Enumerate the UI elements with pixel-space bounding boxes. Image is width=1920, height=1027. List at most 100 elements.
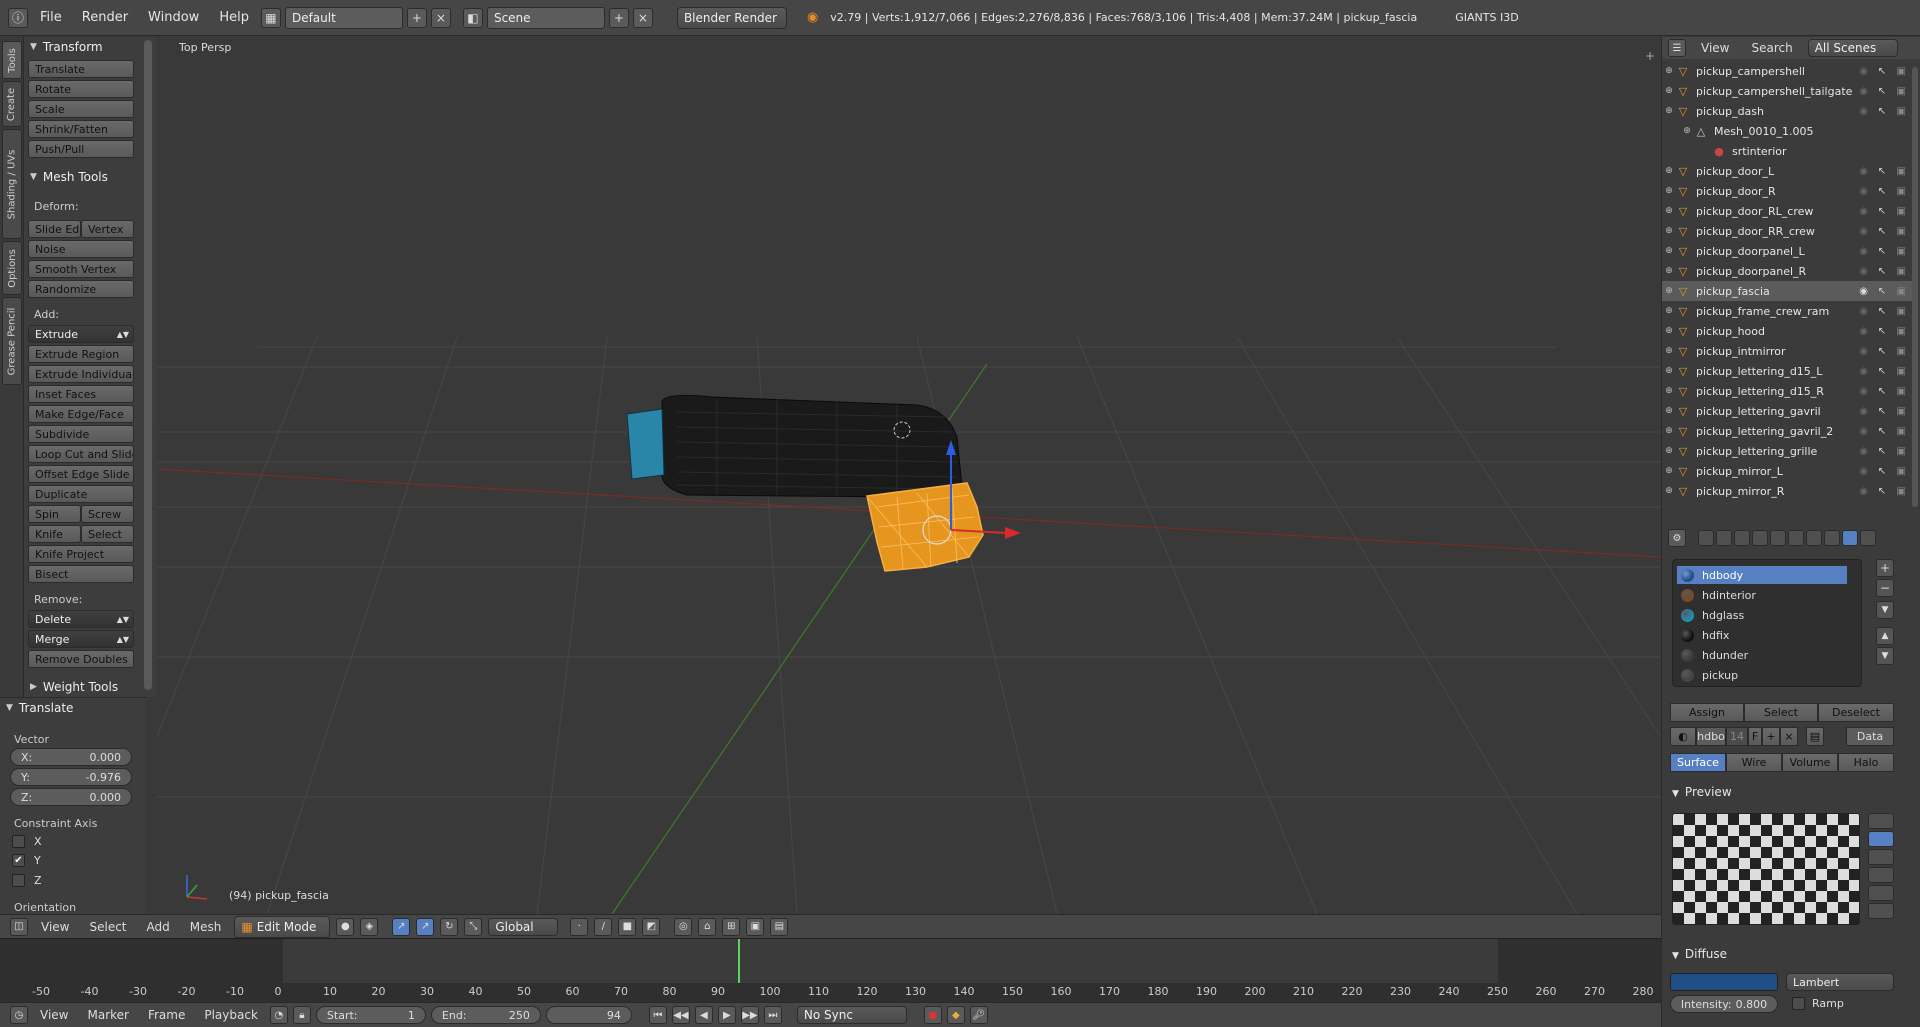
tab-halo[interactable]: Halo (1838, 753, 1894, 772)
manipulator-toggle-icon[interactable]: ↗ (392, 917, 411, 936)
menu-view[interactable]: View (33, 1008, 75, 1022)
menu-add[interactable]: Add (140, 920, 177, 934)
extrude-region-button[interactable]: Extrude Region (28, 345, 134, 363)
occlude-icon[interactable]: ◩ (642, 917, 661, 936)
tab-surface[interactable]: Surface (1670, 753, 1726, 772)
menu-playback[interactable]: Playback (197, 1008, 265, 1022)
render-preview-icon[interactable]: ▣ (746, 917, 765, 936)
subdivide-button[interactable]: Subdivide (28, 425, 134, 443)
smooth-vertex-button[interactable]: Smooth Vertex (28, 260, 134, 278)
visibility-eye-icon[interactable]: ◉ (1859, 166, 1868, 177)
expand-toggle-icon[interactable]: ⊕ (1662, 386, 1676, 396)
outliner-row[interactable]: ● srtinterior (1662, 141, 1912, 161)
outliner-row[interactable]: ⊕ ▽ pickup_fascia ◉ ↖ ▣ (1662, 281, 1912, 301)
preview-monkey-icon[interactable] (1868, 867, 1894, 883)
selectable-cursor-icon[interactable]: ↖ (1878, 106, 1886, 117)
link-data-dropdown[interactable]: Data (1846, 727, 1894, 746)
render-camera-icon[interactable]: ▣ (1897, 326, 1906, 337)
visibility-eye-icon[interactable]: ◉ (1859, 346, 1868, 357)
visibility-eye-icon[interactable]: ◉ (1859, 306, 1868, 317)
visibility-eye-icon[interactable]: ◉ (1859, 246, 1868, 257)
selectable-cursor-icon[interactable]: ↖ (1878, 246, 1886, 257)
visibility-eye-icon[interactable]: ◉ (1859, 206, 1868, 217)
start-frame-field[interactable]: Start: 1 (315, 1006, 426, 1024)
preview-flat-icon[interactable] (1868, 813, 1894, 829)
data-tab-icon[interactable] (1824, 530, 1840, 546)
material-browse-icon[interactable]: ◐ (1670, 727, 1696, 746)
intensity-field[interactable]: Intensity: 0.800 (1670, 995, 1778, 1013)
vertex-select-icon[interactable]: · (570, 917, 589, 936)
preview-panel-header[interactable]: ▼ Preview (1672, 785, 1732, 799)
outliner-row[interactable]: ⊕ ▽ pickup_dash ◉ ↖ ▣ (1662, 101, 1912, 121)
visibility-eye-icon[interactable]: ◉ (1859, 486, 1868, 497)
play-reverse-icon[interactable]: ◀ (694, 1006, 713, 1024)
snap-toggle-icon[interactable]: ⌂ (698, 917, 717, 936)
expand-toggle-icon[interactable]: ⊕ (1662, 166, 1676, 176)
fake-user-button[interactable]: F (1748, 727, 1762, 746)
menu-frame[interactable]: Frame (141, 1008, 192, 1022)
current-frame-field[interactable]: 94 (545, 1006, 632, 1024)
render-engine-dropdown[interactable]: Blender Render (676, 6, 787, 29)
bisect-button[interactable]: Bisect (28, 565, 134, 583)
display-mode-dropdown[interactable]: All Scenes (1807, 39, 1898, 57)
selectable-cursor-icon[interactable]: ↖ (1878, 226, 1886, 237)
tab-tools[interactable]: Tools (2, 41, 22, 79)
make-edge-face-button[interactable]: Make Edge/Face (28, 405, 134, 423)
sync-dropdown[interactable]: No Sync (796, 1006, 907, 1024)
expand-toggle-icon[interactable]: ⊕ (1662, 446, 1676, 456)
expand-toggle-icon[interactable]: ⊕ (1662, 66, 1676, 76)
tab-grease-pencil[interactable]: Grease Pencil (2, 297, 22, 385)
outliner-row[interactable]: ⊕ ▽ pickup_lettering_d15_L ◉ ↖ ▣ (1662, 361, 1912, 381)
preview-hair-icon[interactable] (1868, 885, 1894, 901)
expand-toggle-icon[interactable]: ⊕ (1662, 186, 1676, 196)
diffuse-color-swatch[interactable] (1670, 973, 1778, 991)
tab-wire[interactable]: Wire (1726, 753, 1782, 772)
modifiers-tab-icon[interactable] (1806, 530, 1822, 546)
expand-toggle-icon[interactable]: ⊕ (1662, 326, 1676, 336)
selectable-cursor-icon[interactable]: ↖ (1878, 486, 1886, 497)
diffuse-panel-header[interactable]: ▼ Diffuse (1672, 947, 1727, 961)
render-camera-icon[interactable]: ▣ (1897, 486, 1906, 497)
selectable-cursor-icon[interactable]: ↖ (1878, 86, 1886, 97)
outliner-row[interactable]: ⊕ ▽ pickup_hood ◉ ↖ ▣ (1662, 321, 1912, 341)
randomize-button[interactable]: Randomize (28, 280, 134, 298)
expand-toggle-icon[interactable]: ⊕ (1662, 266, 1676, 276)
extrude-individual-button[interactable]: Extrude Individual (28, 365, 134, 383)
snap-element-icon[interactable]: ⊞ (722, 917, 741, 936)
selectable-cursor-icon[interactable]: ↖ (1878, 186, 1886, 197)
scale-manipulator-icon[interactable]: ⤡ (464, 917, 483, 936)
mode-dropdown[interactable]: ▦ Edit Mode (234, 915, 331, 938)
material-slot-row[interactable]: pickup (1677, 666, 1847, 684)
visibility-eye-icon[interactable]: ◉ (1859, 326, 1868, 337)
selectable-cursor-icon[interactable]: ↖ (1878, 326, 1886, 337)
preview-cube-icon[interactable] (1868, 849, 1894, 865)
move-up-icon[interactable]: ▲ (1876, 627, 1894, 645)
outliner-row[interactable]: ⊕ ▽ pickup_intmirror ◉ ↖ ▣ (1662, 341, 1912, 361)
expand-toggle-icon[interactable]: ⊕ (1662, 86, 1676, 96)
play-icon[interactable]: ▶ (717, 1006, 736, 1024)
visibility-eye-icon[interactable]: ◉ (1859, 186, 1868, 197)
fascia-selected-mesh[interactable] (866, 482, 984, 572)
move-down-icon[interactable]: ▼ (1876, 647, 1894, 665)
expand-toggle-icon[interactable]: ⊕ (1662, 466, 1676, 476)
timeline[interactable]: -50 -40 -30 -20 -10 0 10 20 30 40 50 60 70 80 90 100 110… (0, 938, 1661, 1002)
world-tab-icon[interactable] (1752, 530, 1768, 546)
proportional-edit-icon[interactable]: ◎ (674, 917, 693, 936)
object-tab-icon[interactable] (1770, 530, 1786, 546)
constraint-x-checkbox[interactable] (12, 835, 25, 848)
material-users-count[interactable]: 14 (1726, 727, 1748, 746)
vector-z-field[interactable]: Z: 0.000 (10, 788, 132, 806)
end-frame-field[interactable]: End: 250 (430, 1006, 541, 1024)
jump-end-icon[interactable]: ⏭ (763, 1006, 782, 1024)
info-editor-icon[interactable]: ⓘ (8, 7, 28, 28)
menu-mesh[interactable]: Mesh (183, 920, 229, 934)
preview-sphere-icon[interactable] (1868, 831, 1894, 847)
expand-toggle-icon[interactable]: ⊕ (1662, 406, 1676, 416)
jump-keyframe-back-icon[interactable]: ◀◀ (671, 1006, 690, 1024)
render-camera-icon[interactable]: ▣ (1897, 346, 1906, 357)
outliner-row[interactable]: ⊕ ▽ pickup_door_RL_crew ◉ ↖ ▣ (1662, 201, 1912, 221)
render-camera-icon[interactable]: ▣ (1897, 426, 1906, 437)
remove-scene-button[interactable]: × (632, 7, 653, 28)
render-camera-icon[interactable]: ▣ (1897, 226, 1906, 237)
weight-tools-panel-header[interactable]: ▶ Weight Tools (24, 677, 118, 697)
